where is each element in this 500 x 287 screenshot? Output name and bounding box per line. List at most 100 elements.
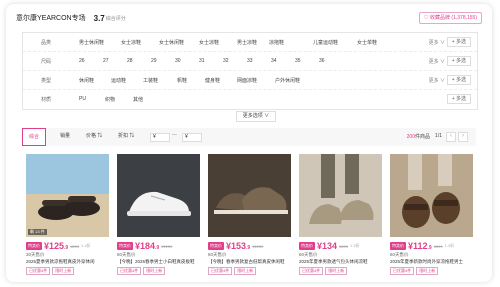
result-count-number: 200 [406,134,415,140]
sale-price: ¥125.9 [44,241,69,251]
filter-option[interactable]: 女士休闲鞋 [159,39,184,46]
product-card[interactable]: 特卖价 ¥112.9 ¥899 1.3折 60天售价 2025年夏季新款时尚外穿… [390,154,473,280]
sale-tag: 特卖价 [390,242,406,250]
product-card[interactable]: 特卖价 ¥184.9 ¥1239 60天售价 【今晚】2025春季男士小白鞋真皮… [117,154,200,280]
product-image[interactable] [299,154,382,237]
promo-pill: 限时上新 [325,267,348,275]
product-title[interactable]: 【今晚】春季男款复古低帮真皮休闲鞋 [208,259,291,265]
sort-tab-price[interactable]: 价格 ⇅ [80,128,108,144]
product-title[interactable]: 【今晚】2025春季男士小白鞋真皮板鞋 [117,259,200,265]
filter-option[interactable]: PU [79,96,86,102]
sales-label: 60天售价 [299,252,318,257]
promo-pill: 限时上新 [52,267,75,275]
filter-multiselect-button[interactable]: + 多选 [446,75,471,85]
result-count: 200件商品 [407,133,430,140]
product-title[interactable]: 2025夏季男款凉拖鞋真皮外穿休闲 [26,259,109,265]
page-indicator: 1/1 [435,133,442,139]
price-range-dash: — [172,132,177,138]
filter-label: 尺码 [41,59,52,65]
filter-option[interactable]: 男士休闲鞋 [79,39,104,46]
filter-option[interactable]: 凉拖鞋 [269,39,284,46]
filter-option[interactable]: 女士凉鞋 [199,39,219,46]
original-price: ¥899 [70,243,80,249]
white-sneaker-image [117,154,200,237]
promo-pill: 已优惠4件 [117,267,142,275]
filter-multiselect-button[interactable]: + 多选 [446,94,471,104]
filter-option[interactable]: 26 [79,58,85,64]
filter-multiselect-button[interactable]: + 多选 [446,37,471,47]
filter-more-button[interactable]: 更多 ∨ [429,58,445,65]
filter-option[interactable]: 织物 [105,96,115,103]
filter-option[interactable]: 健身鞋 [205,77,220,84]
filter-option[interactable]: 27 [103,58,109,64]
product-card[interactable]: 特卖价 ¥134 ¥899 1.3折 60天售价 2025年夏季男款透气包头休闲… [299,154,382,280]
product-image[interactable]: 剩 13 件 [26,154,109,237]
filter-option[interactable]: 男士凉鞋 [237,39,257,46]
more-filters-button[interactable]: 更多选项 ∨ [236,111,276,122]
filter-option[interactable]: 28 [127,58,133,64]
sale-price: ¥184.9 [135,241,160,251]
filter-option[interactable]: 32 [223,58,229,64]
original-price: ¥1259 [252,243,264,249]
filter-option[interactable]: 运动鞋 [111,77,126,84]
filter-option[interactable]: 女士凉鞋 [121,39,141,46]
filter-option[interactable]: 33 [247,58,253,64]
filter-option[interactable]: 34 [271,58,277,64]
filter-option[interactable]: 网面凉鞋 [237,77,257,84]
price-line: 特卖价 ¥153.9 ¥1259 [208,241,263,251]
promo-pill: 限时上新 [416,267,439,275]
sort-tab-discount[interactable]: 折扣 ⇅ [112,128,140,144]
sale-price: ¥112.9 [408,241,432,251]
product-title[interactable]: 2025年夏季新款时尚外穿凉拖鞋男士 [390,259,473,265]
filter-option[interactable]: 儿童运动鞋 [313,39,338,46]
promo-pills: 已优惠4件 限时上新 [299,267,349,275]
original-price: ¥1239 [161,243,173,249]
promo-pill: 已优惠4件 [208,267,233,275]
stock-badge: 剩 13 件 [28,229,47,235]
rating-label: 综合评分 [105,15,126,22]
sale-price: ¥134 [317,241,338,251]
filter-label: 材质 [41,97,52,103]
price-line: 特卖价 ¥184.9 ¥1239 [117,241,172,251]
sort-tab-comprehensive[interactable]: 综合 [22,128,47,146]
product-card[interactable]: 特卖价 ¥153.9 ¥1259 60天售价 【今晚】春季男款复古低帮真皮休闲鞋… [208,154,291,280]
filter-option[interactable]: 工装鞋 [143,77,158,84]
filter-option[interactable]: 女士单鞋 [357,39,377,46]
store-rating: 3.7 [93,13,105,23]
filter-more-button[interactable]: 更多 ∨ [429,77,445,84]
prev-page-button[interactable]: ‹ [446,132,456,142]
filter-label: 类型 [41,78,52,84]
price-max-input[interactable]: ¥ [182,133,202,142]
price-min-input[interactable]: ¥ [150,133,170,142]
next-page-button[interactable]: › [458,132,468,142]
sales-label: 30天售价 [26,252,45,257]
result-count-text: 件商品 [414,134,430,140]
filter-option[interactable]: 30 [175,58,181,64]
store-name[interactable]: 意尔康YEARCON专场 [16,13,86,23]
filter-option[interactable]: 休闲鞋 [79,77,94,84]
product-card[interactable]: 剩 13 件 特卖价 ¥125.9 ¥899 1.4折 30天售价 2025夏季… [26,154,109,280]
product-image[interactable] [390,154,473,237]
filter-multiselect-button[interactable]: + 多选 [446,56,471,66]
sandal-beach-image [26,154,109,237]
favorite-brand-button[interactable]: ♡ 收藏品牌 (1,378,155) [418,12,482,24]
filter-option[interactable]: 31 [199,58,205,64]
filter-option[interactable]: 户外休闲鞋 [275,77,300,84]
filter-option[interactable]: 36 [319,58,325,64]
filter-option[interactable]: 其他 [133,96,143,103]
sale-tag: 特卖价 [26,242,42,250]
product-image[interactable] [208,154,291,237]
filter-option[interactable]: 帆鞋 [177,77,187,84]
sort-tab-sales[interactable]: 销量 [54,128,76,144]
product-title[interactable]: 2025年夏季男款透气包头休闲凉鞋 [299,259,382,265]
filter-more-button[interactable]: 更多 ∨ [429,39,445,46]
filter-option[interactable]: 29 [151,58,157,64]
sort-bar: 综合 销量 价格 ⇅ 折扣 ⇅ ¥ — ¥ 200件商品 1/1 ‹ › [22,128,476,146]
price-line: 特卖价 ¥125.9 ¥899 1.4折 [26,241,91,251]
promo-pills: 已优惠4件 限时上新 [208,267,258,275]
product-image[interactable] [117,154,200,237]
original-price: ¥899 [339,243,348,249]
filter-option[interactable]: 35 [295,58,301,64]
discount-label: 1.4折 [81,243,91,248]
store-header: 意尔康YEARCON专场 3.7 综合评分 ♡ 收藏品牌 (1,378,155) [16,10,482,26]
